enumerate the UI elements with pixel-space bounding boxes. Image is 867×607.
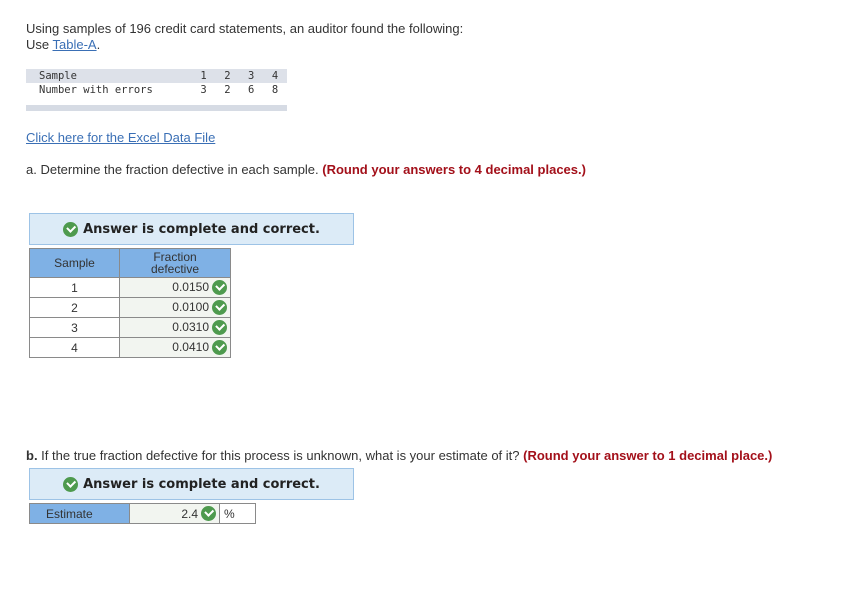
estimate-value[interactable]: 2.4 [181,507,198,521]
check-circle-icon [201,506,216,522]
sample-row: Sample 1 2 3 4 [26,69,287,83]
errors-cell: 2 [224,84,231,96]
use-prefix: Use [26,37,53,52]
use-suffix: . [96,37,101,52]
sample-number: 4 [29,337,120,358]
sample-number: 1 [29,277,120,298]
errors-row: Number with errors 3 2 6 8 [26,83,287,97]
header-fraction-defective-text: Fraction defective [150,250,200,276]
fraction-value[interactable]: 0.0150 [172,280,209,294]
sample-cell: 1 [200,70,207,82]
table-row: 1 0.0150 [29,277,231,298]
part-b-question: b. If the true fraction defective for th… [26,448,772,463]
answer-status-banner-b: Answer is complete and correct. [29,468,354,500]
sample-number: 3 [29,317,120,338]
fraction-answer-cell[interactable]: 0.0310 [119,317,231,338]
errors-cell: 6 [248,84,255,96]
intro-text: Using samples of 196 credit card stateme… [26,21,464,36]
fraction-answer-cell[interactable]: 0.0100 [119,297,231,318]
sample-data-table: Sample 1 2 3 4 Number with errors 3 2 6 … [26,69,287,111]
banner-b-text: Answer is complete and correct. [83,476,320,492]
header-sample: Sample [29,248,120,278]
check-circle-icon [212,339,227,355]
header-fraction-defective: Fraction defective [119,248,231,278]
use-table-line: Use Table-A. [26,37,463,53]
banner-a-text: Answer is complete and correct. [83,221,320,237]
answer-status-banner-a: Answer is complete and correct. [29,213,354,245]
errors-row-label: Number with errors [39,84,153,96]
part-b-instruction: (Round your answer to 1 decimal place.) [523,448,773,463]
problem-intro: Using samples of 196 credit card stateme… [26,21,463,53]
sample-row-label: Sample [39,70,77,82]
fraction-defective-table: Sample Fraction defective 1 0.0150 2 0.0… [29,248,231,358]
part-b-prompt: If the true fraction defective for this … [37,448,524,463]
estimate-row: Estimate 2.4 % [29,503,256,524]
fraction-value[interactable]: 0.0410 [172,340,209,354]
sample-cell: 3 [248,70,255,82]
table-row: 3 0.0310 [29,317,231,338]
table-header-row: Sample Fraction defective [29,248,231,278]
part-a-question: a. Determine the fraction defective in e… [26,162,586,177]
part-a-instruction: (Round your answers to 4 decimal places.… [322,162,586,177]
sample-number: 2 [29,297,120,318]
part-a-prompt: a. Determine the fraction defective in e… [26,162,323,177]
excel-data-file-link[interactable]: Click here for the Excel Data File [26,130,215,145]
table-row: 4 0.0410 [29,337,231,358]
fraction-answer-cell[interactable]: 0.0150 [119,277,231,298]
check-circle-icon [63,221,79,237]
part-b-label: b. [26,448,38,463]
check-circle-icon [212,279,227,295]
estimate-unit: % [220,503,256,524]
check-circle-icon [212,299,227,315]
estimate-answer-cell[interactable]: 2.4 [130,503,220,524]
fraction-answer-cell[interactable]: 0.0410 [119,337,231,358]
errors-cell: 8 [271,84,279,96]
sample-cell: 2 [224,70,231,82]
fraction-value[interactable]: 0.0310 [172,320,209,334]
sample-cell: 4 [271,70,279,82]
estimate-label: Estimate [29,503,130,524]
fraction-value[interactable]: 0.0100 [172,300,209,314]
check-circle-icon [63,476,79,492]
check-circle-icon [212,319,227,335]
errors-cell: 3 [200,84,207,96]
table-a-link[interactable]: Table-A [53,37,97,52]
table-bottom-bar [26,105,287,111]
table-row: 2 0.0100 [29,297,231,318]
